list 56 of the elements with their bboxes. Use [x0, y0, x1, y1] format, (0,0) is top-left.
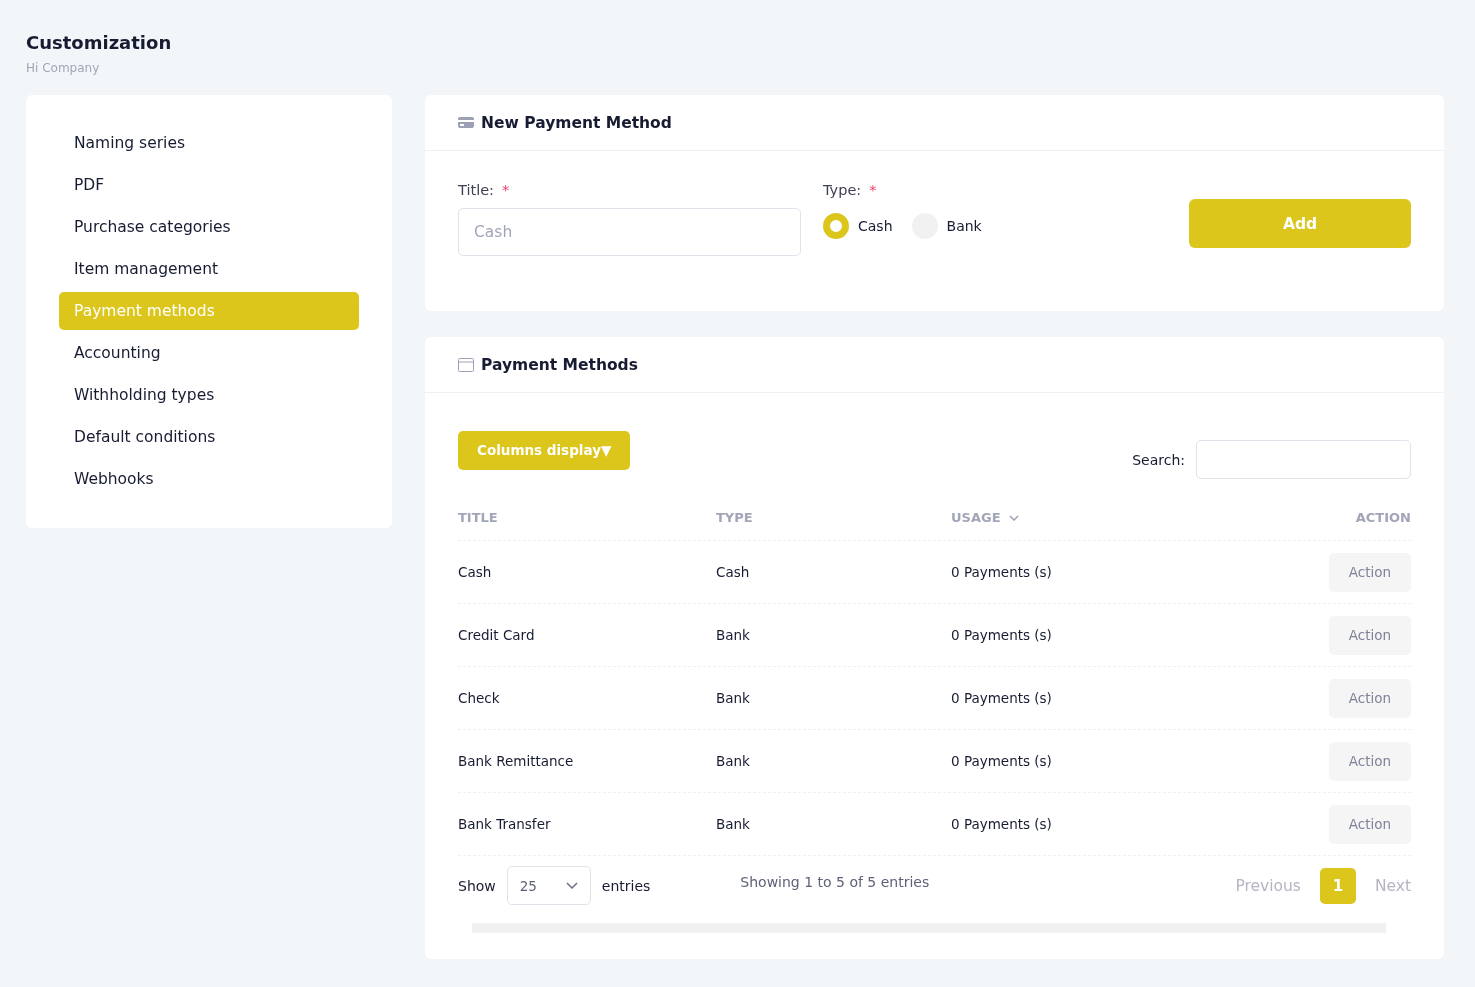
page-title: Customization — [26, 32, 173, 53]
sidebar-item[interactable]: Accounting — [59, 334, 359, 372]
window-icon — [458, 357, 474, 372]
sidebar-item[interactable]: PDF — [59, 166, 359, 204]
search-label: Search: — [1132, 451, 1185, 468]
field-label: Type: — [823, 182, 862, 198]
table-cell: 0 Payments (s) — [951, 753, 1052, 769]
entries-info: Showing 1 to 5 of 5 entries — [740, 873, 930, 890]
action-button[interactable]: Action — [1328, 552, 1411, 592]
table-cell: Credit Card — [458, 627, 535, 643]
column-header: TYPE — [716, 510, 753, 525]
show-label: Show — [458, 877, 496, 894]
table-cell: Bank Remittance — [458, 753, 574, 769]
radio-label[interactable]: Bank — [946, 218, 982, 234]
sidebar-item[interactable]: Item management — [59, 250, 359, 288]
table-cell: Cash — [458, 564, 492, 580]
table-cell: 0 Payments (s) — [951, 627, 1052, 643]
column-header: ACTION — [1355, 510, 1411, 525]
table-cell: Bank — [716, 816, 750, 832]
sidebar-item[interactable]: Webhooks — [59, 460, 359, 498]
column-header: TITLE — [458, 510, 498, 525]
sidebar-item[interactable]: Purchase categories — [59, 208, 359, 246]
entries-label: entries — [601, 877, 651, 894]
table-cell: Cash — [716, 564, 750, 580]
next-link[interactable]: Next — [1374, 876, 1411, 895]
action-button[interactable]: Action — [1328, 741, 1411, 781]
card-title: Payment Methods — [481, 355, 638, 374]
radio-button[interactable] — [823, 213, 849, 239]
chevron-down-icon[interactable] — [1008, 514, 1019, 521]
radio-label[interactable]: Cash — [858, 218, 893, 234]
sidebar-item[interactable]: Default conditions — [59, 418, 359, 456]
table-cell: Bank — [716, 690, 750, 706]
field-label: Title: — [458, 182, 494, 198]
card-title: New Payment Method — [481, 113, 672, 132]
card-icon — [458, 116, 474, 129]
action-button[interactable]: Action — [1328, 678, 1411, 718]
table-cell: 0 Payments (s) — [951, 690, 1052, 706]
title-input[interactable]: Cash — [458, 208, 801, 256]
action-button[interactable]: Action — [1328, 615, 1411, 655]
action-button[interactable]: Action — [1328, 804, 1411, 844]
sidebar-item[interactable]: Withholding types — [59, 376, 359, 414]
table-cell: 0 Payments (s) — [951, 564, 1052, 580]
sidebar-item[interactable]: Naming series — [59, 124, 359, 162]
required-mark: * — [501, 182, 510, 198]
search-field[interactable] — [1196, 440, 1411, 479]
table-cell: 0 Payments (s) — [951, 816, 1052, 832]
table-cell: Bank — [716, 753, 750, 769]
previous-link[interactable]: Previous — [1235, 876, 1301, 895]
page-size-select[interactable]: 25 — [506, 866, 591, 905]
column-header[interactable]: USAGE — [951, 510, 1001, 525]
chevron-down-icon — [565, 882, 578, 889]
page-subtitle: Hi Company — [26, 61, 101, 75]
table-cell: Bank Transfer — [458, 816, 551, 832]
table-cell: Check — [458, 690, 500, 706]
table-cell: Bank — [716, 627, 750, 643]
required-mark: * — [869, 182, 877, 198]
